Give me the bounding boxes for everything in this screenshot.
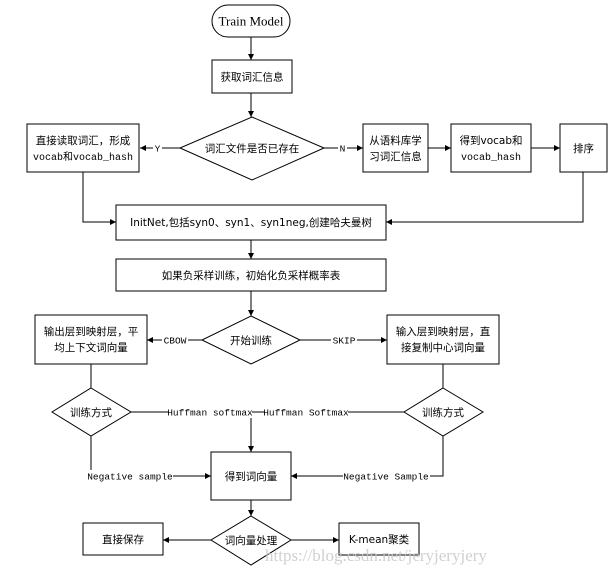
process-shape [386, 314, 500, 365]
node-start-train-label: 开始训练 [230, 334, 272, 347]
node-word-vec: 得到词向量 [210, 451, 292, 501]
node-vocab-exists-label: 词汇文件是否已存在 [205, 142, 300, 155]
watermark: https://blog.csdn.net/jeryjeryjery [265, 546, 487, 565]
node-got-vocab-label-2: vocab_hash [461, 152, 521, 164]
node-sort-label: 排序 [573, 142, 594, 155]
node-learn-vocab: 从语料库学 习词汇信息 [362, 123, 429, 173]
process-shape [450, 123, 532, 173]
edge-label-skip: SKIP [333, 336, 356, 347]
node-learn-vocab-label-1: 从语料库学 [369, 134, 422, 147]
node-got-vocab-label-1: 得到vocab和 [459, 135, 522, 147]
node-init-neg: 如果负采样训练，初始化负采样概率表 [115, 258, 387, 292]
node-save-label: 直接保存 [102, 533, 144, 546]
node-start-train: 开始训练 [200, 315, 302, 365]
node-get-vocab-label: 获取词汇信息 [221, 71, 284, 84]
node-cbow: 输出层到映射层，平 均上下文词向量 [34, 314, 148, 365]
node-read-vocab-label-1: 直接读取词汇，形成 [36, 134, 131, 147]
node-method-right: 训练方式 [403, 387, 484, 437]
node-read-vocab-label-2: vocab和vocab_hash [33, 151, 133, 164]
node-init-net-label: InitNet,包括syn0、syn1、syn1neg,创建哈夫曼树 [130, 216, 372, 229]
flowchart: Y N CBOW SKIP Huffman softmax Huffman So… [26, 4, 608, 566]
node-init-net: InitNet,包括syn0、syn1、syn1neg,创建哈夫曼树 [115, 204, 387, 241]
node-cbow-label-1: 输出层到映射层，平 [44, 325, 139, 338]
node-start-label: Train Model [219, 14, 284, 29]
node-word-vec-label: 得到词向量 [225, 470, 278, 483]
edge-label-negative-left: Negative sample [87, 472, 173, 483]
node-init-neg-label: 如果负采样训练，初始化负采样概率表 [162, 269, 341, 282]
process-shape [362, 123, 429, 173]
edge-label-cbow: CBOW [164, 336, 187, 347]
process-shape [26, 123, 140, 173]
node-skip-label-2: 接复制中心词向量 [401, 341, 485, 354]
node-method-right-label: 训练方式 [422, 406, 464, 419]
node-method-left: 训练方式 [51, 387, 132, 437]
edge-read-vocab-init-net [82, 172, 116, 225]
edge-sort-init-net [386, 172, 584, 225]
edge-labels: Y N CBOW SKIP Huffman softmax Huffman So… [87, 142, 430, 483]
node-vocab-exists: 词汇文件是否已存在 [178, 116, 326, 181]
node-read-vocab: 直接读取词汇，形成 vocab和vocab_hash [26, 123, 140, 173]
edge-label-huffman-right: Huffman Softmax [263, 408, 349, 419]
node-save: 直接保存 [82, 522, 164, 556]
node-skip-label-1: 输入层到映射层，直 [396, 325, 491, 338]
edge-label-huffman-left: Huffman softmax [167, 408, 253, 419]
node-cbow-label-2: 均上下文词向量 [54, 341, 128, 354]
edge-label-no: N [340, 144, 346, 155]
node-sort: 排序 [559, 123, 608, 173]
edge-label-negative-right: Negative Sample [343, 472, 429, 483]
node-kmean-label: K-mean聚类 [349, 533, 410, 546]
node-start: Train Model [211, 4, 291, 38]
node-skip: 输入层到映射层，直 接复制中心词向量 [386, 314, 500, 365]
node-got-vocab: 得到vocab和 vocab_hash [450, 123, 532, 173]
node-get-vocab: 获取词汇信息 [211, 59, 293, 94]
edge-label-yes: Y [155, 144, 161, 155]
node-method-left-label: 训练方式 [70, 406, 112, 419]
node-learn-vocab-label-2: 习词汇信息 [369, 150, 422, 163]
process-shape [34, 314, 148, 365]
